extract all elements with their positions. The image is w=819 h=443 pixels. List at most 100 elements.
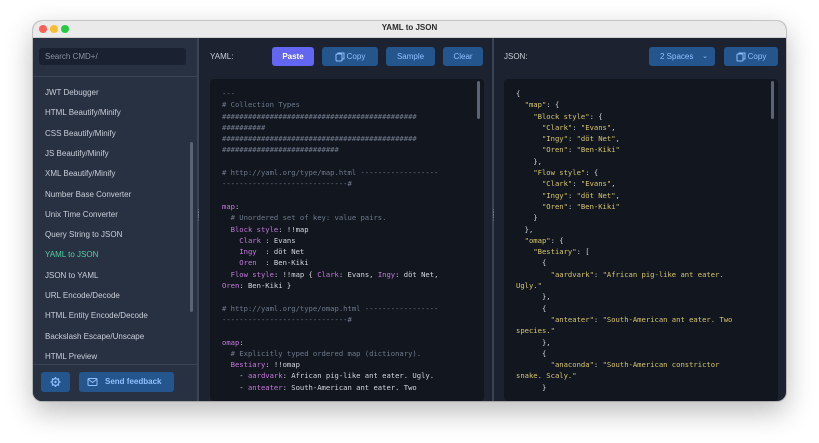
code-token: "Bestiary" — [533, 247, 577, 257]
settings-button[interactable] — [41, 372, 70, 392]
code-token: "map" — [524, 100, 547, 110]
code-token: }, — [516, 224, 534, 234]
sidebar-scrollbar[interactable] — [190, 142, 193, 312]
code-line: { — [516, 303, 764, 314]
code-token: : — [567, 201, 577, 211]
code-token: : — [567, 134, 577, 144]
search-input[interactable]: Search CMD+/ — [39, 48, 186, 65]
code-line: Bestiary: !!omap — [222, 359, 470, 370]
code-token: ########################################… — [222, 134, 417, 144]
code-token: { — [516, 258, 547, 268]
sidebar-item[interactable]: HTML Entity Encode/Decode — [45, 311, 148, 320]
code-line: { — [516, 348, 764, 359]
code-token: Ugly." — [516, 281, 542, 291]
code-line: - anteater: South-American ant eater. Tw… — [222, 382, 470, 393]
json-output[interactable]: { "map": { "Block style": { "Clark": "Ev… — [504, 79, 778, 401]
paste-button[interactable]: Paste — [272, 47, 314, 66]
code-token: anteater — [247, 382, 283, 392]
code-token: : South-American ant eater. Two — [282, 382, 417, 392]
code-token: map — [222, 201, 235, 211]
code-token: ########################### — [222, 145, 339, 155]
mail-icon — [87, 378, 98, 386]
code-token: Clark — [317, 269, 339, 279]
sidebar-item[interactable]: URL Encode/Decode — [45, 291, 120, 300]
code-token: "Flow style" — [533, 168, 586, 178]
code-token: "South-American constrictor — [602, 360, 720, 370]
code-token: } — [516, 382, 547, 392]
code-line: map: — [222, 201, 470, 212]
code-token: : — [234, 201, 240, 211]
code-token: # http://yaml.org/type/map.html --------… — [222, 168, 439, 178]
sidebar-item[interactable]: HTML Preview — [45, 352, 97, 361]
code-line: "map": { — [516, 99, 764, 110]
code-token: "Ingy" — [541, 134, 568, 144]
code-token: : [ — [576, 247, 590, 257]
code-line: "Bestiary": [ — [516, 246, 764, 257]
code-token: "döt Net" — [576, 134, 616, 144]
sidebar-item[interactable]: JWT Debugger — [45, 88, 99, 97]
send-feedback-button[interactable]: Send feedback — [79, 372, 174, 392]
code-token: "döt Net" — [576, 190, 616, 200]
code-token: }, — [516, 337, 551, 347]
code-token: snake. Scaly." — [516, 371, 577, 381]
clear-button[interactable]: Clear — [443, 47, 483, 66]
code-token: : !!map — [278, 224, 309, 234]
code-token: , — [611, 122, 616, 132]
sidebar-item[interactable]: XML Beautify/Minify — [45, 169, 115, 178]
code-token: Block style — [222, 224, 279, 234]
code-token: aardvark — [247, 371, 283, 381]
window-title: YAML to JSON — [381, 23, 438, 32]
code-token: : döt Net — [265, 247, 305, 257]
copy-icon — [335, 52, 345, 62]
copy-icon — [736, 52, 746, 62]
json-copy-button[interactable]: Copy — [724, 47, 778, 66]
code-token: : Evans, — [338, 269, 378, 279]
sidebar-item[interactable]: Backslash Escape/Unscape — [45, 332, 144, 341]
code-line: }, — [516, 156, 764, 167]
code-line: snake. Scaly." — [516, 370, 764, 381]
code-token: : — [593, 269, 603, 279]
sidebar-item[interactable]: Number Base Converter — [45, 190, 131, 199]
code-line: "Block style": { — [516, 111, 764, 122]
sidebar-item[interactable]: YAML to JSON — [45, 250, 98, 259]
sidebar-item[interactable]: CSS Beautify/Minify — [45, 129, 116, 138]
code-line: ########################################… — [222, 133, 470, 144]
code-line: "anaconda": "South-American constrictor — [516, 359, 764, 370]
yaml-editor-scrollbar[interactable] — [477, 81, 480, 119]
sidebar-item[interactable]: Unix Time Converter — [45, 210, 118, 219]
code-token: # Explicitly typed ordered map (dictiona… — [222, 348, 422, 358]
code-line: -----------------------------# — [222, 314, 470, 325]
code-token: : — [572, 122, 581, 132]
code-line: "Clark": "Evans", — [516, 122, 764, 133]
indent-select[interactable]: 2 Spaces ⌄ — [649, 47, 715, 66]
code-token: { — [516, 303, 547, 313]
sidebar-item[interactable]: HTML Beautify/Minify — [45, 108, 121, 117]
sample-button[interactable]: Sample — [386, 47, 435, 66]
code-line: species." — [516, 325, 764, 336]
sidebar-item[interactable]: JS Beautify/Minify — [45, 149, 109, 158]
json-code: { "map": { "Block style": { "Clark": "Ev… — [516, 88, 764, 393]
sidebar-item[interactable]: Query String to JSON — [45, 230, 122, 239]
sidebar-footer-divider — [33, 364, 197, 365]
sidebar-item[interactable]: JSON to YAML — [45, 271, 99, 280]
yaml-copy-button[interactable]: Copy — [322, 47, 378, 66]
code-line: Oren : Ben-Kiki — [222, 257, 470, 268]
code-line: Oren: Ben-Kiki } — [222, 280, 470, 291]
code-line: # Explicitly typed ordered map (dictiona… — [222, 348, 470, 359]
code-token: # Unordered set of key: value pairs. — [222, 213, 387, 223]
code-token: -----------------------------# — [222, 314, 352, 324]
code-line: # Collection Types — [222, 99, 470, 110]
json-output-scrollbar[interactable] — [771, 81, 774, 119]
yaml-editor[interactable]: --- # Collection Types ###################… — [210, 79, 484, 401]
code-token: "Clark" — [541, 179, 573, 189]
code-token: "Oren" — [541, 201, 568, 211]
